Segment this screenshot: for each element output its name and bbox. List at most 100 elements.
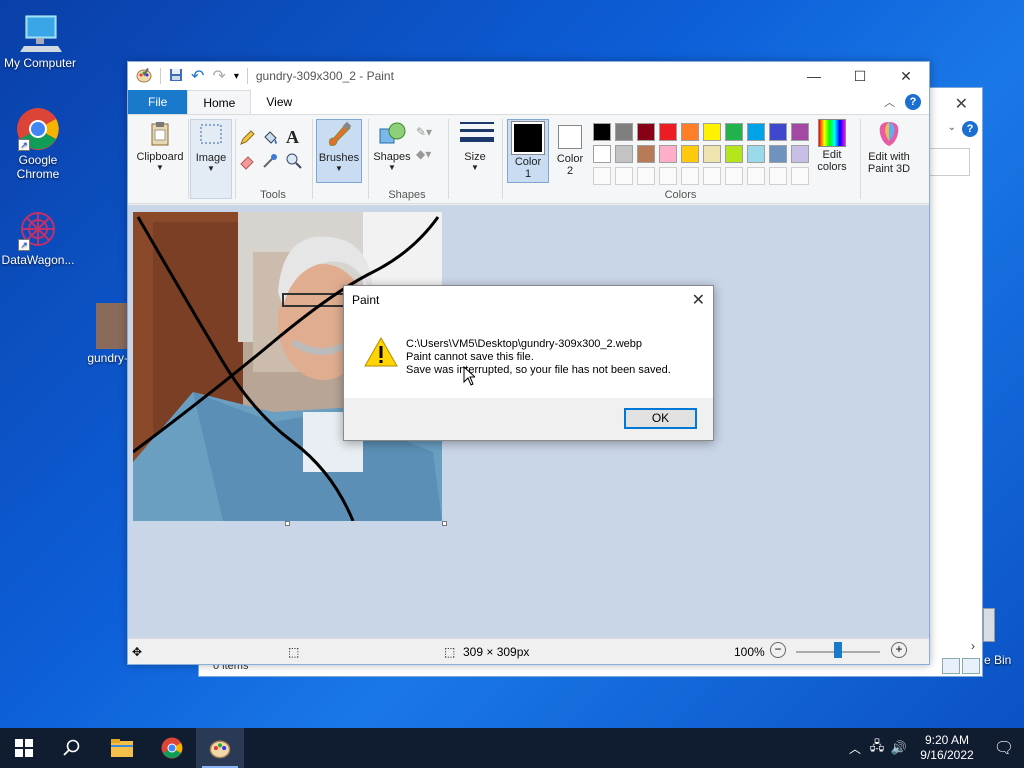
palette-swatch[interactable]: [791, 145, 809, 163]
error-dialog[interactable]: Paint ✕ C:\Users\VM5\Desktop\gundry-309x…: [343, 285, 714, 441]
paint-app-icon[interactable]: [136, 67, 152, 86]
scroll-arrow-icon[interactable]: ›: [971, 639, 975, 653]
start-button[interactable]: [0, 728, 48, 768]
palette-swatch[interactable]: [659, 123, 677, 141]
tab-view[interactable]: View: [251, 90, 307, 114]
palette-swatch[interactable]: [659, 145, 677, 163]
palette-swatch[interactable]: [593, 145, 611, 163]
palette-swatch[interactable]: [747, 145, 765, 163]
chevron-down-icon[interactable]: ⌄: [948, 122, 956, 133]
palette-swatch[interactable]: [615, 123, 633, 141]
palette-swatch[interactable]: [725, 123, 743, 141]
close-button[interactable]: ✕: [883, 62, 929, 90]
tab-home[interactable]: Home: [187, 90, 252, 114]
clipboard-button[interactable]: Clipboard ▼: [132, 119, 188, 172]
palette-swatch[interactable]: [637, 123, 655, 141]
help-icon[interactable]: ?: [962, 121, 978, 137]
brushes-button[interactable]: Brushes ▼: [316, 119, 362, 183]
zoom-out-button[interactable]: −: [770, 642, 786, 658]
edit-colors-button[interactable]: Edit colors: [810, 119, 854, 173]
tab-file[interactable]: File: [128, 90, 188, 114]
eraser-icon[interactable]: [238, 152, 256, 173]
color2-label: Color: [556, 153, 584, 165]
volume-icon[interactable]: 🔊: [888, 740, 910, 756]
show-hidden-icons-icon[interactable]: ︿: [844, 740, 866, 757]
windows-icon: [15, 739, 33, 757]
palette-swatch[interactable]: [593, 167, 611, 185]
close-icon[interactable]: ✕: [955, 94, 968, 114]
save-icon[interactable]: [169, 68, 183, 85]
palette-swatch[interactable]: [769, 145, 787, 163]
palette-swatch[interactable]: [747, 167, 765, 185]
outline-icon[interactable]: ✎▾: [416, 125, 432, 139]
palette-swatch[interactable]: [703, 167, 721, 185]
image-button[interactable]: Image ▼: [190, 119, 232, 199]
color-picker-icon[interactable]: [261, 152, 279, 173]
palette-swatch[interactable]: [659, 167, 677, 185]
notifications-icon[interactable]: 🗨: [984, 738, 1024, 758]
zoom-in-button[interactable]: +: [891, 642, 907, 658]
recycle-bin-icon[interactable]: [983, 608, 995, 642]
desktop-icon-my-computer[interactable]: My Computer: [0, 10, 80, 70]
palette-swatch[interactable]: [703, 123, 721, 141]
color1-button[interactable]: Color 1: [507, 119, 549, 183]
palette-swatch[interactable]: [681, 167, 699, 185]
text-icon[interactable]: A: [286, 127, 299, 148]
recycle-bin-label[interactable]: e Bin: [984, 653, 1011, 667]
taskbar-file-explorer[interactable]: [98, 728, 146, 768]
fill-icon[interactable]: [261, 129, 279, 150]
collapse-ribbon-icon[interactable]: ︿: [884, 94, 895, 110]
resize-handle-bottom[interactable]: [285, 521, 290, 526]
image-label: Image: [195, 152, 227, 164]
palette-swatch[interactable]: [681, 145, 699, 163]
redo-icon[interactable]: ↷: [212, 66, 225, 86]
desktop-icon-datawagon[interactable]: ↗ DataWagon...: [0, 207, 78, 267]
palette-swatch[interactable]: [769, 123, 787, 141]
resize-handle-corner[interactable]: [442, 521, 447, 526]
taskbar-chrome[interactable]: [148, 728, 196, 768]
color2-button[interactable]: Color 2: [551, 119, 589, 177]
ok-button[interactable]: OK: [624, 408, 697, 429]
dialog-close-button[interactable]: ✕: [692, 290, 705, 310]
color2-number: 2: [566, 165, 574, 177]
palette-swatch[interactable]: [637, 167, 655, 185]
palette-swatch[interactable]: [593, 123, 611, 141]
customize-qa-icon[interactable]: ▾: [234, 71, 239, 82]
edit-with-paint3d-button[interactable]: Edit with Paint 3D: [862, 119, 916, 175]
zoom-slider-thumb[interactable]: [834, 642, 842, 658]
details-view-icon[interactable]: [942, 658, 960, 674]
shapes-button[interactable]: Shapes ▼: [370, 119, 414, 172]
palette-swatch[interactable]: [615, 167, 633, 185]
palette-swatch[interactable]: [725, 145, 743, 163]
palette-swatch[interactable]: [791, 167, 809, 185]
title-bar[interactable]: ↶ ↷ ▾ gundry-309x300_2 - Paint — ☐ ✕: [128, 62, 929, 90]
magnifier-icon[interactable]: [285, 152, 303, 173]
help-icon[interactable]: ?: [905, 94, 921, 110]
search-box[interactable]: [926, 148, 970, 176]
large-icons-view-icon[interactable]: [962, 658, 980, 674]
taskbar-paint[interactable]: [196, 728, 244, 768]
palette-swatch[interactable]: [769, 167, 787, 185]
palette-swatch[interactable]: [681, 123, 699, 141]
palette-swatch[interactable]: [703, 145, 721, 163]
desktop-icon-chrome[interactable]: ↗ Google Chrome: [0, 107, 78, 181]
maximize-button[interactable]: ☐: [837, 62, 883, 90]
pencil-icon[interactable]: [238, 129, 256, 150]
palette-swatch[interactable]: [747, 123, 765, 141]
palette-swatch[interactable]: [725, 167, 743, 185]
minimize-button[interactable]: —: [791, 62, 837, 90]
palette-swatch[interactable]: [791, 123, 809, 141]
palette-swatch[interactable]: [637, 145, 655, 163]
palette-swatch[interactable]: [615, 145, 633, 163]
view-buttons: [942, 658, 980, 674]
clock[interactable]: 9:20 AM 9/16/2022: [910, 733, 984, 763]
network-icon[interactable]: 🖧: [866, 737, 888, 759]
undo-icon[interactable]: ↶: [191, 66, 204, 86]
search-button[interactable]: [48, 728, 96, 768]
paint3d-icon: [874, 119, 904, 149]
fill-shape-icon[interactable]: ◆▾: [416, 147, 431, 161]
window-controls: — ☐ ✕: [791, 62, 929, 90]
dropdown-arrow-icon: ▼: [207, 164, 215, 173]
rainbow-icon: [818, 119, 846, 147]
size-button[interactable]: Size ▼: [452, 119, 498, 172]
